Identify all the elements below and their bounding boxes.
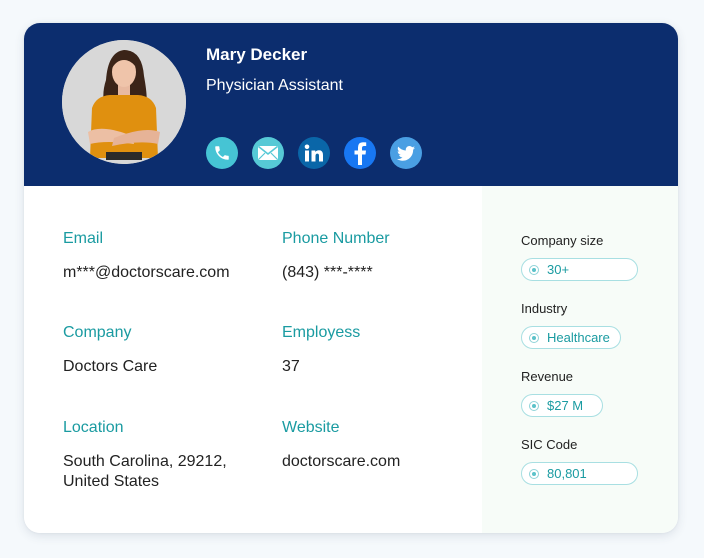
- employees-label: Employess: [282, 324, 361, 341]
- revenue-item: Revenue $27 M: [521, 369, 603, 417]
- employees-field: Employess 37: [282, 323, 360, 377]
- phone-button[interactable]: [206, 137, 238, 169]
- avatar: [62, 40, 186, 164]
- company-size-value: 30+: [547, 262, 570, 277]
- employees-value: 37: [282, 358, 300, 375]
- company-size-label: Company size: [521, 233, 604, 248]
- email-icon: [258, 145, 278, 160]
- twitter-icon: [397, 145, 415, 161]
- email-field: Email m***@doctorscare.com: [63, 229, 230, 283]
- website-value[interactable]: doctorscare.com: [282, 452, 400, 472]
- company-size-item: Company size 30+: [521, 233, 638, 281]
- industry-badge: Healthcare: [521, 326, 621, 349]
- profile-header: Mary Decker Physician Assistant: [24, 23, 678, 186]
- company-size-badge: 30+: [521, 258, 638, 281]
- profile-title: Physician Assistant: [206, 77, 343, 94]
- location-label: Location: [63, 419, 124, 436]
- phone-icon: [215, 146, 229, 160]
- email-button[interactable]: [252, 137, 284, 169]
- sic-code-value: 80,801: [547, 466, 587, 481]
- phone-field: Phone Number (843) ***-****: [282, 229, 390, 283]
- radio-dot-icon: [529, 264, 539, 275]
- website-field: Website doctorscare.com: [282, 418, 400, 472]
- location-value: South Carolina, 29212, United States: [63, 453, 227, 490]
- industry-value: Healthcare: [547, 330, 610, 345]
- industry-item: Industry Healthcare: [521, 301, 621, 349]
- sic-code-badge: 80,801: [521, 462, 638, 485]
- revenue-label: Revenue: [521, 369, 574, 384]
- linkedin-icon: [304, 144, 323, 162]
- radio-dot-icon: [529, 400, 539, 411]
- company-value: Doctors Care: [63, 358, 158, 375]
- industry-label: Industry: [521, 301, 568, 316]
- profile-name: Mary Decker: [206, 45, 308, 64]
- contact-card: Mary Decker Physician Assistant Email m*…: [24, 23, 678, 533]
- avatar-photo: [62, 40, 186, 164]
- sic-code-item: SIC Code 80,801: [521, 437, 638, 485]
- company-field: Company Doctors Care: [63, 323, 157, 377]
- contact-details: Email m***@doctorscare.com Phone Number …: [24, 186, 482, 533]
- radio-dot-icon: [529, 468, 539, 479]
- company-summary-panel: Company size 30+ Industry Healthcare Rev…: [482, 186, 678, 533]
- twitter-button[interactable]: [390, 137, 422, 169]
- revenue-value: $27 M: [547, 398, 584, 413]
- radio-dot-icon: [529, 332, 539, 343]
- email-label: Email: [63, 230, 104, 247]
- website-label: Website: [282, 419, 340, 436]
- location-field: Location South Carolina, 29212, United S…: [63, 418, 263, 492]
- linkedin-button[interactable]: [298, 137, 330, 169]
- phone-value[interactable]: (843) ***-****: [282, 263, 390, 283]
- facebook-icon: [354, 142, 367, 165]
- company-label: Company: [63, 324, 132, 341]
- revenue-badge: $27 M: [521, 394, 603, 417]
- facebook-button[interactable]: [344, 137, 376, 169]
- phone-label: Phone Number: [282, 230, 390, 247]
- email-value[interactable]: m***@doctorscare.com: [63, 263, 230, 283]
- social-links: [206, 137, 422, 169]
- sic-code-label: SIC Code: [521, 437, 578, 452]
